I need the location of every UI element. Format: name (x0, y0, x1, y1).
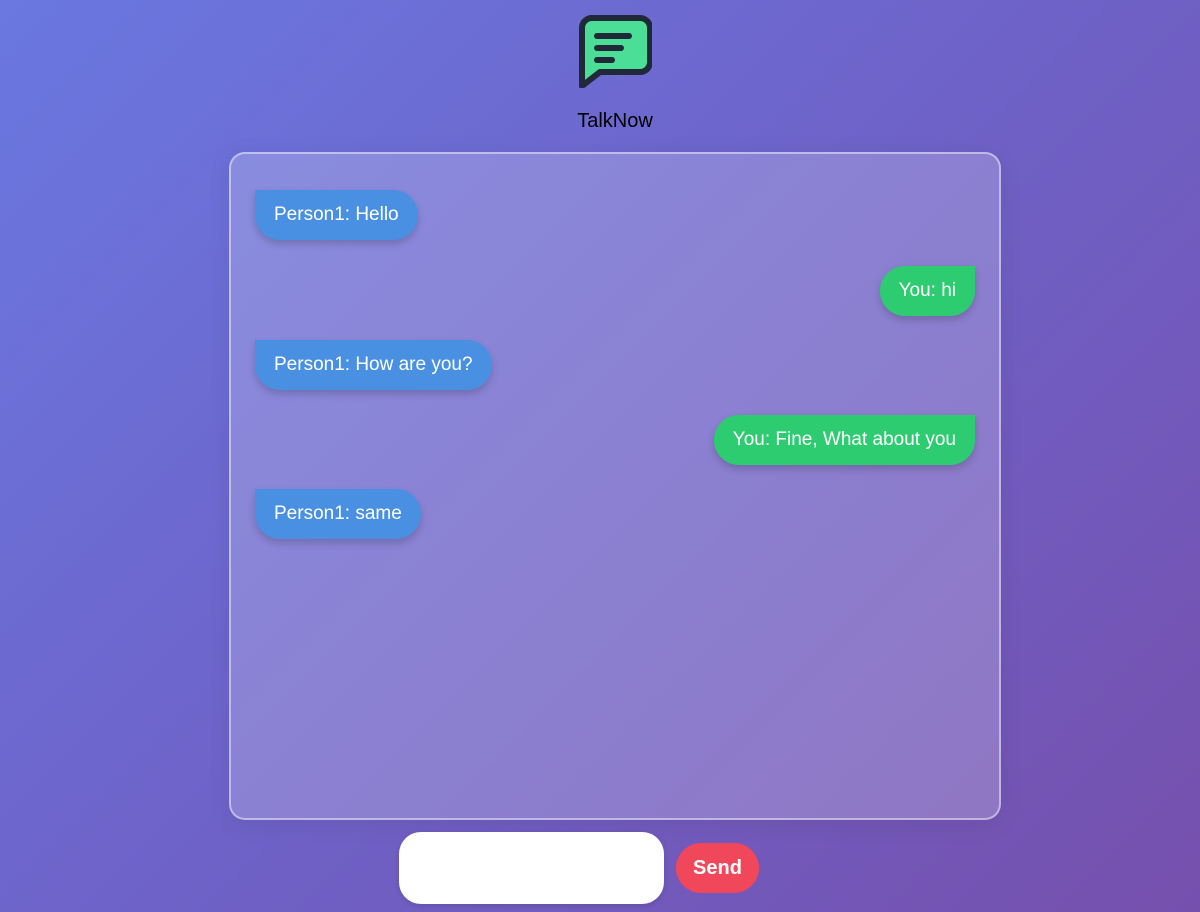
message-incoming: Person1: Hello (255, 190, 418, 240)
message-incoming: Person1: same (255, 489, 421, 539)
message-outgoing: You: Fine, What about you (713, 415, 975, 465)
chat-window[interactable]: Person1: Hello You: hi Person1: How are … (229, 152, 1001, 820)
message-outgoing: You: hi (879, 266, 975, 316)
chat-bubble-icon (579, 15, 652, 88)
message-input[interactable] (399, 832, 664, 904)
app-title: TalkNow (577, 110, 653, 132)
message-incoming: Person1: How are you? (255, 340, 492, 390)
send-button[interactable]: Send (676, 843, 759, 893)
